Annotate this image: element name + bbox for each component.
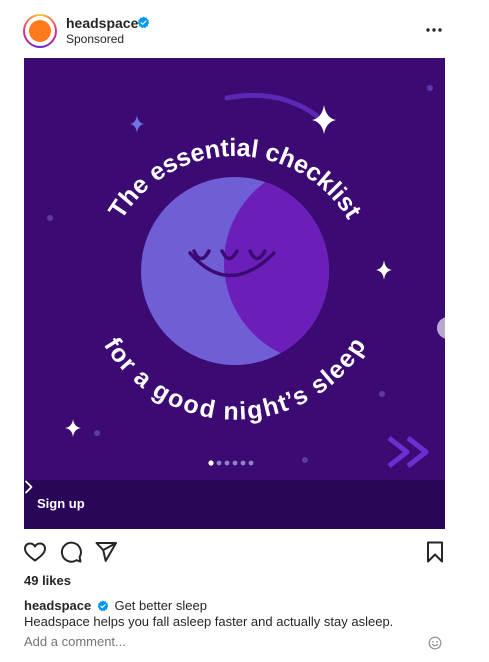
sponsored-label: Sponsored [66, 32, 125, 46]
more-options-icon[interactable] [424, 22, 444, 38]
headspace-logo-icon [29, 20, 51, 42]
shooting-star-trail [224, 92, 320, 119]
sign-up-label: Sign up [37, 496, 85, 511]
chevron-right-icon [25, 480, 33, 494]
avatar[interactable] [23, 14, 57, 48]
post-actions [0, 538, 489, 568]
double-chevron-icon [387, 436, 410, 468]
sparkle-icon [312, 105, 336, 134]
ad-image[interactable]: The essential checklist for a good night… [24, 58, 445, 529]
verified-badge-icon [97, 600, 109, 612]
sign-up-cta-bar[interactable]: Sign up [24, 480, 445, 529]
like-heart-icon[interactable] [23, 540, 47, 564]
share-send-icon[interactable] [94, 540, 118, 564]
caption-headline-row: headspace Get better sleep [24, 598, 207, 613]
account-name[interactable]: headspace [66, 15, 138, 31]
emoji-icon[interactable] [428, 636, 442, 650]
caption-username[interactable]: headspace [24, 598, 91, 613]
carousel-next-button[interactable] [437, 317, 445, 339]
sparkle-icon [65, 419, 81, 437]
save-bookmark-icon[interactable] [423, 540, 447, 564]
carousel-indicator [208, 460, 254, 466]
moon-face-illustration [141, 177, 329, 365]
sparkle-icon [130, 115, 144, 133]
ad-artwork: The essential checklist for a good night… [47, 85, 433, 468]
verified-badge-icon [137, 16, 150, 29]
caption-text: Headspace helps you fall asleep faster a… [24, 614, 394, 629]
caption-headline: Get better sleep [114, 598, 207, 613]
chevron-right-icon [437, 317, 445, 339]
add-comment-input[interactable] [24, 634, 424, 649]
likes-count[interactable]: 49 likes [24, 573, 71, 588]
sparkle-icon [376, 260, 392, 280]
comment-icon[interactable] [59, 540, 83, 564]
post-header: headspace Sponsored [0, 0, 489, 58]
